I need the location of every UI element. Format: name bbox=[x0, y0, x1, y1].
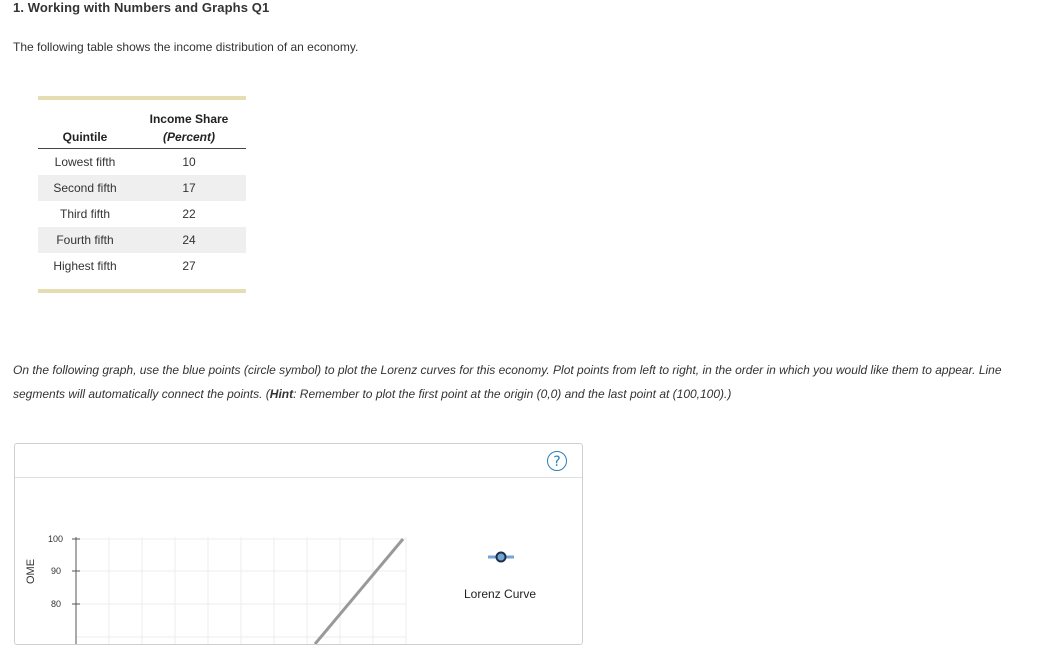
table-row: Second fifth 17 bbox=[38, 175, 246, 201]
hint-label: Hint bbox=[269, 387, 294, 401]
header-percent: (Percent) bbox=[132, 126, 246, 149]
graph-instructions: On the following graph, use the blue poi… bbox=[13, 358, 1013, 406]
graph-panel[interactable]: ? 100 90 80 OME Lorenz Curve bbox=[14, 443, 583, 645]
share-cell: 24 bbox=[132, 227, 246, 253]
circle-point-icon[interactable] bbox=[487, 550, 515, 564]
graph-canvas[interactable]: 100 90 80 bbox=[15, 444, 582, 644]
quintile-cell: Fourth fifth bbox=[38, 227, 132, 253]
income-table: Income Share Quintile (Percent) Lowest f… bbox=[38, 96, 246, 293]
share-cell: 17 bbox=[132, 175, 246, 201]
table-row: Third fifth 22 bbox=[38, 201, 246, 227]
header-spacer bbox=[38, 100, 132, 126]
question-title: 1. Working with Numbers and Graphs Q1 bbox=[13, 0, 270, 15]
y-tick-label-100: 100 bbox=[48, 534, 63, 544]
share-cell: 22 bbox=[182, 207, 196, 221]
income-distribution-table: Income Share Quintile (Percent) Lowest f… bbox=[38, 100, 246, 279]
question-intro: The following table shows the income dis… bbox=[13, 40, 359, 54]
y-tick-label-80: 80 bbox=[51, 599, 61, 609]
line-of-equality bbox=[313, 538, 405, 644]
y-axis-label: OME bbox=[25, 558, 37, 584]
header-quintile: Quintile bbox=[38, 126, 132, 149]
table-row: Highest fifth 27 bbox=[38, 253, 246, 279]
quintile-cell: Highest fifth bbox=[53, 259, 117, 273]
share-cell: 10 bbox=[182, 155, 196, 169]
quintile-cell: Third fifth bbox=[59, 207, 110, 221]
table-bottom-rule bbox=[38, 289, 246, 293]
instructions-text-2: : Remember to plot the first point at th… bbox=[293, 387, 732, 401]
legend-label-lorenz-curve: Lorenz Curve bbox=[464, 587, 537, 601]
share-cell: 27 bbox=[182, 259, 196, 273]
quintile-cell: Lowest fifth bbox=[54, 155, 116, 169]
quintile-cell: Second fifth bbox=[38, 175, 132, 201]
y-tick-label-90: 90 bbox=[51, 566, 61, 576]
header-income-share: Income Share bbox=[149, 112, 229, 126]
table-row: Fourth fifth 24 bbox=[38, 227, 246, 253]
table-row: Lowest fifth 10 bbox=[38, 149, 246, 176]
